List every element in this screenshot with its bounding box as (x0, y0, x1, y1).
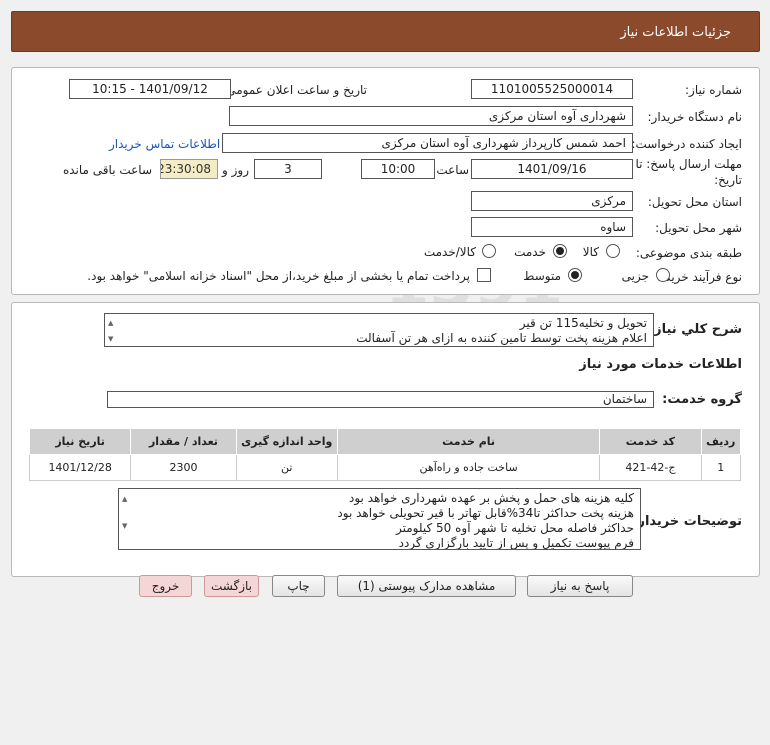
buyer-note-line: کلیه هزینه های حمل و پخش بر عهده شهرداری… (349, 491, 634, 505)
back-button[interactable]: بازگشت (204, 575, 259, 597)
process-radio-minor[interactable] (656, 268, 670, 282)
deadline-time-field: 10:00 (361, 159, 435, 179)
process-option-medium: متوسط (523, 269, 561, 283)
description-line: تحویل و تخلیه115 تن قیر (519, 316, 647, 330)
buyer-label: نام دستگاه خریدار: (647, 110, 743, 124)
buyer-field: شهرداری آوه استان مرکزی (229, 106, 633, 126)
announce-field: 1401/09/12 - 10:15 (69, 79, 231, 99)
creator-field: احمد شمس کارپرداز شهرداری آوه استان مرکز… (222, 133, 633, 153)
print-button[interactable]: چاپ (272, 575, 325, 597)
category-radio-service[interactable] (553, 244, 567, 258)
col-qty: تعداد / مقدار (130, 428, 237, 455)
col-code: کد خدمت (599, 428, 702, 455)
city-field: ساوه (471, 217, 633, 237)
category-option-goods-service: کالا/خدمت (423, 245, 476, 259)
buyer-note-line: هزینه پخت حداکثر تا34%قابل تهاتر با قیر … (337, 506, 634, 520)
buyer-note-line: فرم پیوست تکمیل و پس از تایید بارگزاری گ… (398, 536, 634, 550)
description-label: شرح کلي نياز: (648, 322, 742, 337)
deadline-label-2: تاریخ: (714, 173, 742, 187)
cell-code: ج-42-421 (599, 454, 702, 481)
need-number-field: 1101005525000014 (471, 79, 633, 99)
exit-button[interactable]: خروج (139, 575, 192, 597)
scroll-up-icon[interactable]: ▲ (108, 316, 113, 331)
col-unit: واحد اندازه گیری (235, 428, 338, 455)
category-label: طبقه بندی موضوعی: (635, 246, 742, 260)
page-title: جزئیات اطلاعات نیاز (620, 25, 731, 40)
col-date: تاریخ نیاز (28, 428, 132, 455)
reply-button[interactable]: پاسخ به نیاز (527, 575, 633, 597)
province-label: استان محل تحویل: (647, 195, 742, 209)
table-row: 1 ج-42-421 ساخت جاده و راه‌آهن تن 2300 1… (28, 454, 742, 481)
table-header-row: ردیف کد خدمت نام خدمت واحد اندازه گیری ت… (28, 428, 742, 455)
scroll-down-icon[interactable]: ▼ (122, 519, 127, 534)
service-group-label: گروه خدمت: (662, 392, 742, 407)
info-panel (11, 67, 760, 295)
process-radio-medium[interactable] (568, 268, 582, 282)
category-option-goods: کالا (582, 245, 599, 259)
creator-label: ایجاد کننده درخواست: (631, 137, 742, 151)
remaining-time-field: 23:30:08 (160, 159, 218, 179)
page-header: جزئیات اطلاعات نیاز (11, 11, 760, 52)
buyer-note-line: حداکثر فاصله محل تخلیه تا شهر آوه 50 کیل… (396, 521, 634, 535)
contact-buyer-link[interactable]: اطلاعات تماس خریدار (109, 137, 220, 151)
days-label: روز و (222, 163, 249, 177)
service-group-field: ساختمان (107, 391, 654, 408)
need-number-label: شماره نیاز: (685, 83, 742, 97)
deadline-date-field: 1401/09/16 (471, 159, 633, 179)
scroll-up-icon[interactable]: ▲ (122, 492, 127, 507)
col-name: نام خدمت (336, 428, 601, 455)
province-field: مرکزی (471, 191, 633, 211)
cell-unit: تن (235, 454, 338, 481)
cell-qty: 2300 (130, 454, 237, 481)
cell-row: 1 (700, 454, 742, 481)
remaining-label: ساعت باقی مانده (62, 163, 152, 177)
services-section-title: اطلاعات خدمات مورد نیاز (579, 357, 742, 372)
buyer-notes-label: توضیحات خریدار: (632, 514, 742, 529)
buyer-notes-box: کلیه هزینه های حمل و پخش بر عهده شهرداری… (118, 488, 641, 550)
scroll-down-icon[interactable]: ▼ (108, 332, 113, 346)
time-label: ساعت (436, 163, 469, 177)
attachments-button[interactable]: مشاهده مدارک پیوستی (1) (337, 575, 516, 597)
city-label: شهر محل تحویل: (655, 221, 742, 235)
deadline-label: مهلت ارسال پاسخ: تا (635, 157, 742, 171)
treasury-payment-checkbox[interactable] (477, 268, 491, 282)
col-row: ردیف (700, 428, 742, 455)
category-radio-goods-service[interactable] (482, 244, 496, 258)
cell-name: ساخت جاده و راه‌آهن (336, 454, 601, 481)
process-label: نوع فرآیند خرید : (657, 270, 742, 284)
category-option-service: خدمت (514, 245, 546, 259)
days-field: 3 (254, 159, 322, 179)
cell-date: 1401/12/28 (28, 454, 132, 481)
process-option-minor: جزیی (621, 269, 649, 283)
description-box: تحویل و تخلیه115 تن قیر اعلام هزینه پخت … (104, 313, 654, 347)
category-radio-goods[interactable] (606, 244, 620, 258)
services-table: ردیف کد خدمت نام خدمت واحد اندازه گیری ت… (28, 428, 742, 481)
announce-label: تاریخ و ساعت اعلان عمومی: (222, 83, 367, 97)
description-line: اعلام هزینه پخت توسط تامین کننده به ازای… (356, 331, 647, 345)
treasury-payment-note: پرداخت تمام یا بخشی از مبلغ خرید،از محل … (87, 269, 470, 283)
